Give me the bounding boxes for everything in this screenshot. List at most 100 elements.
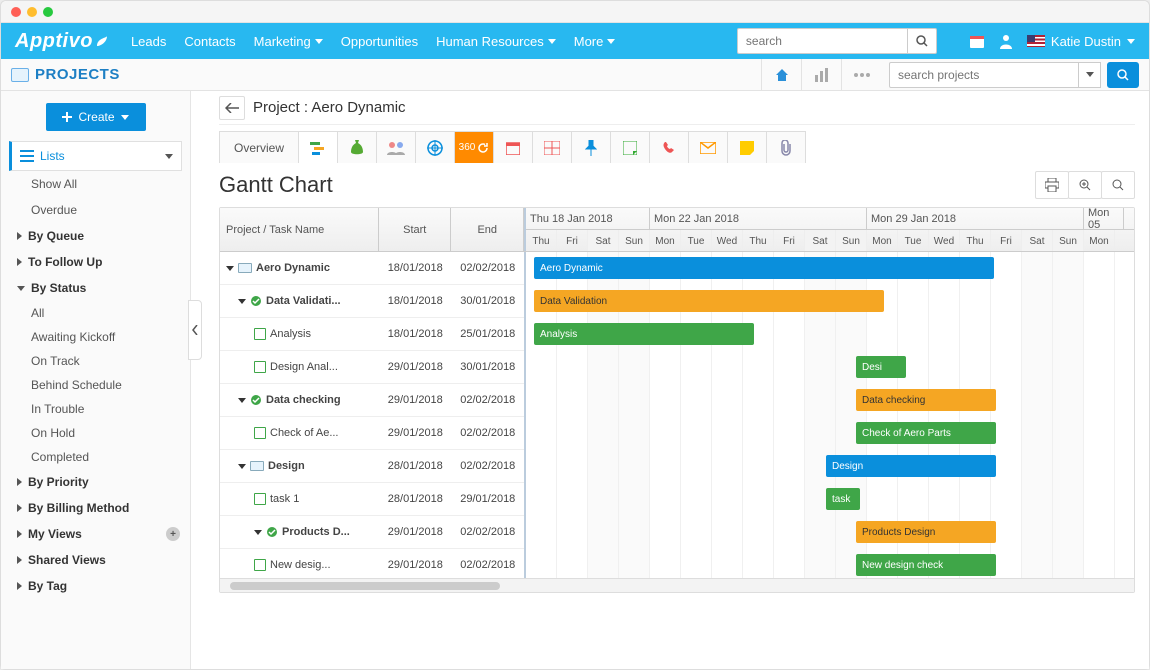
gantt-row[interactable]: New desig...29/01/201802/02/2018 (220, 549, 524, 578)
back-button[interactable] (219, 96, 245, 120)
sidebar-collapse-handle[interactable] (188, 300, 202, 360)
window-max-dot[interactable] (43, 7, 53, 17)
project-search-dropdown[interactable] (1079, 62, 1101, 88)
brand-logo[interactable]: Apptivo (15, 30, 109, 53)
tab-gantt[interactable] (298, 131, 338, 163)
more-button[interactable] (841, 59, 881, 91)
gantt-row[interactable]: Data checking29/01/201802/02/2018 (220, 384, 524, 417)
global-search-button[interactable] (907, 28, 937, 54)
expand-icon[interactable] (238, 464, 246, 469)
gantt-col-taskname[interactable]: Project / Task Name (220, 208, 379, 251)
sidebar-by-queue[interactable]: By Queue (9, 223, 182, 249)
projects-icon (11, 68, 29, 82)
gantt-bar[interactable]: Products Design (856, 521, 996, 543)
gantt-row[interactable]: task 128/01/201829/01/2018 (220, 483, 524, 516)
task-end-date: 25/01/2018 (452, 328, 524, 340)
gantt-bar[interactable]: task (826, 488, 860, 510)
sidebar-status-all[interactable]: All (9, 301, 182, 325)
phone-icon (662, 141, 676, 155)
home-button[interactable] (761, 59, 801, 91)
task-start-date: 29/01/2018 (379, 526, 451, 538)
gantt-bar[interactable]: Check of Aero Parts (856, 422, 996, 444)
tab-scope[interactable] (415, 131, 455, 163)
lists-label: Lists (40, 149, 65, 163)
print-button[interactable] (1035, 171, 1069, 199)
gantt-row[interactable]: Check of Ae...29/01/201802/02/2018 (220, 417, 524, 450)
gantt-col-start[interactable]: Start (379, 208, 452, 251)
nav-leads[interactable]: Leads (131, 34, 166, 49)
gantt-bar[interactable]: Design (826, 455, 996, 477)
tab-timesheet[interactable] (532, 131, 572, 163)
tab-pin[interactable] (571, 131, 611, 163)
create-button[interactable]: Create (46, 103, 146, 131)
zoom-in-button[interactable] (1068, 171, 1102, 199)
tab-email[interactable] (688, 131, 728, 163)
expand-icon[interactable] (238, 299, 246, 304)
sidebar-by-tag[interactable]: By Tag (9, 573, 182, 599)
expand-icon[interactable] (254, 530, 262, 535)
gantt-week-header: Mon 29 Jan 2018 (867, 208, 1084, 229)
nav-more[interactable]: More (574, 34, 616, 49)
tab-attach[interactable] (766, 131, 806, 163)
tab-overview[interactable]: Overview (219, 131, 299, 163)
gantt-scrollbar-left[interactable] (220, 578, 1134, 592)
window-min-dot[interactable] (27, 7, 37, 17)
gantt-bar[interactable]: Aero Dynamic (534, 257, 994, 279)
calendar-icon[interactable] (969, 33, 985, 49)
gantt-row[interactable]: Products D...29/01/201802/02/2018 (220, 516, 524, 549)
sidebar-show-all[interactable]: Show All (9, 171, 182, 197)
sidebar-status-hold[interactable]: On Hold (9, 421, 182, 445)
sidebar-status-completed[interactable]: Completed (9, 445, 182, 469)
nav-hr[interactable]: Human Resources (436, 34, 556, 49)
gantt-bar[interactable]: Data checking (856, 389, 996, 411)
tab-360[interactable]: 360 (454, 131, 494, 163)
milestone-icon (250, 394, 262, 406)
sidebar-shared-views[interactable]: Shared Views (9, 547, 182, 573)
gantt-bar[interactable]: Desi (856, 356, 906, 378)
gantt-row[interactable]: Aero Dynamic18/01/201802/02/2018 (220, 252, 524, 285)
gantt-col-end[interactable]: End (451, 208, 524, 251)
sidebar-by-priority[interactable]: By Priority (9, 469, 182, 495)
sidebar-status-awaiting[interactable]: Awaiting Kickoff (9, 325, 182, 349)
task-icon (254, 328, 266, 340)
tab-calls[interactable] (649, 131, 689, 163)
sidebar-status-ontrack[interactable]: On Track (9, 349, 182, 373)
sidebar-status-trouble[interactable]: In Trouble (9, 397, 182, 421)
sidebar-by-status[interactable]: By Status (9, 275, 182, 301)
sidebar-overdue[interactable]: Overdue (9, 197, 182, 223)
tab-finance[interactable] (337, 131, 377, 163)
gantt-row[interactable]: Data Validati...18/01/201830/01/2018 (220, 285, 524, 318)
nav-marketing[interactable]: Marketing (254, 34, 323, 49)
gantt-row[interactable]: Design28/01/201802/02/2018 (220, 450, 524, 483)
tab-schedule[interactable] (493, 131, 533, 163)
add-view-icon[interactable]: + (166, 527, 180, 541)
sidebar-to-follow-up[interactable]: To Follow Up (9, 249, 182, 275)
window-close-dot[interactable] (11, 7, 21, 17)
gantt-bar[interactable]: Data Validation (534, 290, 884, 312)
gantt-row[interactable]: Analysis18/01/201825/01/2018 (220, 318, 524, 351)
sidebar-lists-tab[interactable]: Lists (9, 141, 182, 171)
gantt-bar[interactable]: Analysis (534, 323, 754, 345)
tab-team[interactable] (376, 131, 416, 163)
global-search-input[interactable] (737, 28, 907, 54)
sidebar-by-billing[interactable]: By Billing Method (9, 495, 182, 521)
nav-contacts[interactable]: Contacts (184, 34, 235, 49)
user-menu[interactable]: Katie Dustin (1027, 34, 1135, 49)
task-icon (254, 559, 266, 571)
sidebar-status-behind[interactable]: Behind Schedule (9, 373, 182, 397)
nav-opportunities[interactable]: Opportunities (341, 34, 418, 49)
expand-icon[interactable] (238, 398, 246, 403)
gantt-row[interactable]: Design Anal...29/01/201830/01/2018 (220, 351, 524, 384)
task-name-label: Analysis (270, 328, 311, 340)
main-content: Project : Aero Dynamic Overview 360 Ga (191, 91, 1149, 669)
person-icon[interactable] (999, 33, 1013, 49)
project-search-input[interactable] (889, 62, 1079, 88)
gantt-bar[interactable]: New design check (856, 554, 996, 576)
project-search-button[interactable] (1107, 62, 1139, 88)
expand-icon[interactable] (226, 266, 234, 271)
tab-notes[interactable] (610, 131, 650, 163)
tab-sticky[interactable] (727, 131, 767, 163)
zoom-out-button[interactable] (1101, 171, 1135, 199)
sidebar-my-views[interactable]: My Views+ (9, 521, 182, 547)
chart-button[interactable] (801, 59, 841, 91)
